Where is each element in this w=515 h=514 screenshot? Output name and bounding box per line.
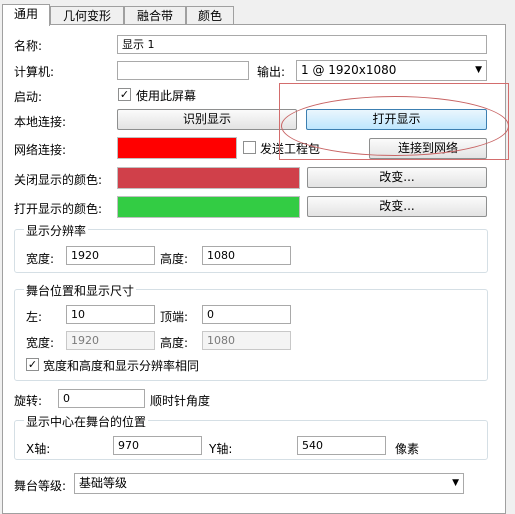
- center-title: 显示中心在舞台的位置: [24, 413, 149, 430]
- stage-width-input: 1920: [66, 331, 155, 350]
- tab-color[interactable]: 颜色: [186, 6, 234, 24]
- tab-label: 融合带: [136, 9, 173, 23]
- tab-label: 颜色: [197, 9, 222, 23]
- resolution-height-label: 高度:: [160, 252, 189, 266]
- resolution-title: 显示分辨率: [24, 222, 89, 239]
- local-connection-label: 本地连接:: [14, 115, 67, 129]
- on-color-label: 打开显示的颜色:: [14, 202, 103, 216]
- identify-display-button[interactable]: 识别显示: [117, 109, 297, 130]
- network-connection-label: 网络连接:: [14, 143, 67, 157]
- resolution-width-input[interactable]: 1920: [66, 246, 155, 265]
- stage-level-value: 基础等级: [79, 476, 128, 490]
- off-color-swatch[interactable]: [117, 167, 300, 189]
- output-value: 1 @ 1920x1080: [301, 63, 397, 77]
- use-screen-label: 使用此屏幕: [136, 89, 197, 103]
- rotation-label: 旋转:: [14, 394, 43, 408]
- tab-label: 几何变形: [62, 9, 111, 23]
- highlight-ellipse: [281, 96, 509, 156]
- use-screen-checkbox[interactable]: ✓: [118, 88, 131, 101]
- resolution-width-label: 宽度:: [26, 252, 55, 266]
- computer-label: 计算机:: [14, 65, 55, 79]
- checkmark-icon: ✓: [27, 358, 38, 371]
- chevron-down-icon: ▼: [475, 65, 482, 75]
- stage-level-select[interactable]: 基础等级 ▼: [74, 473, 464, 494]
- name-label: 名称:: [14, 39, 43, 53]
- stage-height-label: 高度:: [160, 336, 189, 350]
- stage-height-input: 1080: [202, 331, 291, 350]
- center-y-input[interactable]: 540: [297, 436, 386, 455]
- name-input[interactable]: 显示 1: [117, 35, 487, 54]
- send-packet-checkbox[interactable]: [243, 141, 256, 154]
- center-y-label: Y轴:: [209, 442, 233, 456]
- stage-left-input[interactable]: 10: [66, 305, 155, 324]
- stage-top-input[interactable]: 0: [202, 305, 291, 324]
- stage-title: 舞台位置和显示尺寸: [24, 282, 137, 299]
- stage-level-label: 舞台等级:: [14, 479, 67, 493]
- off-color-label: 关闭显示的颜色:: [14, 173, 103, 187]
- stage-width-label: 宽度:: [26, 336, 55, 350]
- chevron-down-icon: ▼: [452, 478, 459, 488]
- resolution-height-input[interactable]: 1080: [202, 246, 291, 265]
- computer-input[interactable]: [117, 61, 249, 80]
- center-unit: 像素: [395, 442, 420, 456]
- stage-left-label: 左:: [26, 310, 43, 324]
- center-x-label: X轴:: [26, 442, 51, 456]
- output-label: 输出:: [257, 65, 286, 79]
- rotation-input[interactable]: 0: [58, 389, 145, 408]
- same-as-resolution-label: 宽度和高度和显示分辨率相同: [43, 359, 200, 373]
- on-color-swatch[interactable]: [117, 196, 300, 218]
- network-color-swatch[interactable]: [117, 137, 237, 159]
- tab-general[interactable]: 通用: [2, 4, 50, 26]
- rotation-unit: 顺时针角度: [150, 394, 211, 408]
- stage-top-label: 顶端:: [160, 310, 189, 324]
- output-select[interactable]: 1 @ 1920x1080 ▼: [296, 60, 487, 81]
- checkmark-icon: ✓: [119, 88, 130, 101]
- center-x-input[interactable]: 970: [113, 436, 202, 455]
- change-off-color-button[interactable]: 改变...: [307, 167, 487, 188]
- startup-label: 启动:: [14, 90, 43, 104]
- change-on-color-button[interactable]: 改变...: [307, 196, 487, 217]
- same-as-resolution-checkbox[interactable]: ✓: [26, 358, 39, 371]
- tab-label: 通用: [13, 7, 38, 21]
- tab-geometry[interactable]: 几何变形: [50, 6, 124, 24]
- tab-blend[interactable]: 融合带: [124, 6, 186, 24]
